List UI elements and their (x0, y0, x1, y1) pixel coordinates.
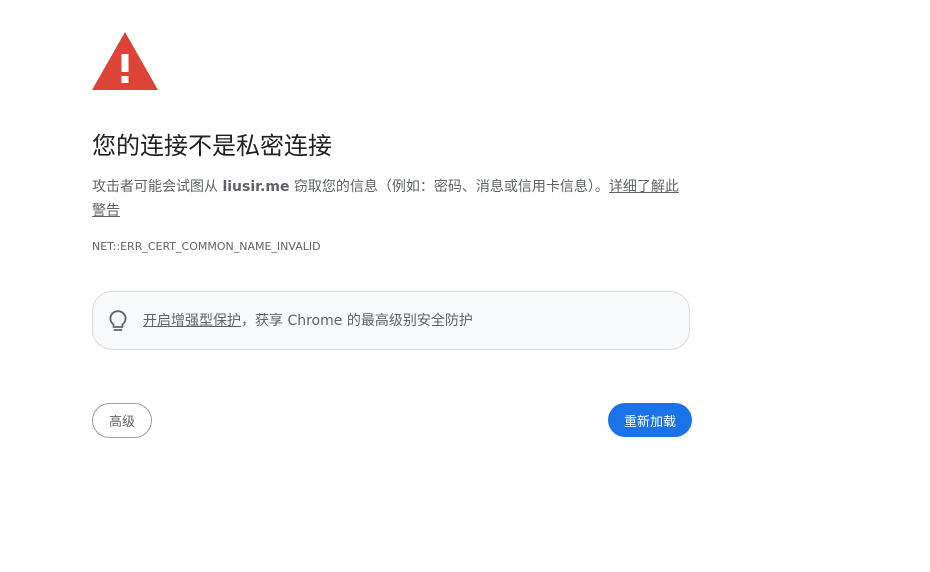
warning-message: 攻击者可能会试图从 liusir.me 窃取您的信息（例如：密码、消息或信用卡信… (92, 175, 692, 223)
enhanced-protection-link[interactable]: 开启增强型保护 (143, 313, 241, 329)
interstitial-page: 您的连接不是私密连接 攻击者可能会试图从 liusir.me 窃取您的信息（例如… (0, 0, 930, 572)
advanced-button[interactable]: 高级 (92, 403, 152, 438)
reload-button[interactable]: 重新加载 (608, 403, 692, 437)
page-title: 您的连接不是私密连接 (92, 132, 332, 160)
message-suffix: 窃取您的信息（例如：密码、消息或信用卡信息）。 (289, 179, 609, 195)
enhanced-protection-promo: 开启增强型保护，获享 Chrome 的最高级别安全防护 (92, 291, 690, 350)
promo-description: ，获享 Chrome 的最高级别安全防护 (241, 313, 473, 329)
lightbulb-icon (109, 310, 127, 331)
warning-triangle-icon (92, 32, 158, 90)
message-prefix: 攻击者可能会试图从 (92, 179, 223, 195)
site-domain: liusir.me (222, 179, 290, 195)
promo-text: 开启增强型保护，获享 Chrome 的最高级别安全防护 (143, 311, 473, 331)
error-code: NET::ERR_CERT_COMMON_NAME_INVALID (92, 240, 321, 253)
